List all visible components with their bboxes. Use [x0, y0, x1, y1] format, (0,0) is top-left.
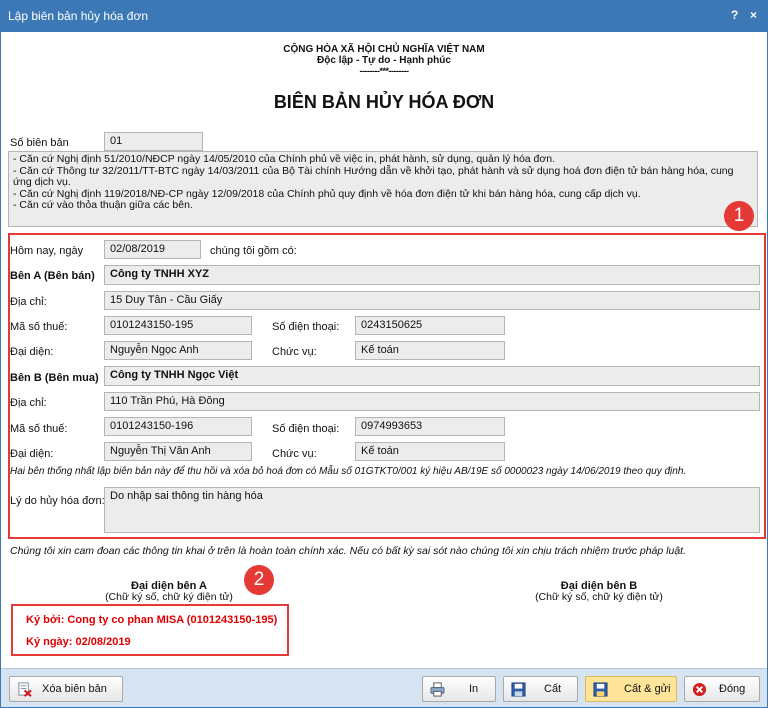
signed-date-text: Ký ngày: 02/08/2019	[26, 636, 131, 648]
party-a-tax-label: Mã số thuế:	[10, 321, 68, 333]
title-bar: Lập biên bản hủy hóa đơn ? ×	[0, 0, 768, 32]
print-label: In	[469, 683, 479, 695]
callout-badge-1: 1	[724, 201, 754, 231]
party-b-phone-label: Số điện thoại:	[272, 423, 340, 435]
party-a-tax-field[interactable]: 0101243150-195	[104, 316, 252, 335]
party-b-tax-label: Mã số thuế:	[10, 423, 68, 435]
party-b-rep-label: Đại diện:	[10, 448, 54, 460]
sign-b-subtitle: (Chữ ký số, chữ ký điện tử)	[535, 591, 663, 603]
party-a-label: Bên A (Bên bán)	[10, 270, 95, 282]
party-b-address-field[interactable]: 110 Trần Phú, Hà Đông	[104, 392, 760, 411]
party-b-label: Bên B (Bên mua)	[10, 372, 99, 384]
header-separator: --------***--------	[359, 66, 409, 76]
sign-a-subtitle: (Chữ ký số, chữ ký điện tử)	[105, 591, 233, 603]
party-b-rep-field[interactable]: Nguyễn Thị Vân Anh	[104, 442, 252, 461]
party-a-rep-field[interactable]: Nguyễn Ngọc Anh	[104, 341, 252, 360]
agreement-text: Hai bên thống nhất lập biên bản này để t…	[10, 466, 687, 477]
party-a-address-field[interactable]: 15 Duy Tân - Cầu Giấy	[104, 291, 760, 310]
signed-by-text: Ký bởi: Cong ty co phan MISA (0101243150…	[26, 614, 278, 626]
printer-icon	[430, 682, 445, 697]
close-label: Đóng	[719, 683, 746, 695]
save-send-label: Cất & gửi	[624, 683, 671, 695]
legal-basis-line: - Căn cứ vào thỏa thuận giữa các bên.	[13, 199, 193, 211]
close-icon[interactable]: ×	[750, 8, 757, 22]
party-a-position-label: Chức vụ:	[272, 346, 317, 358]
close-button[interactable]: Đóng	[684, 676, 760, 702]
window-title: Lập biên bản hủy hóa đơn	[8, 9, 148, 23]
reason-label: Lý do hủy hóa đơn:	[10, 495, 105, 507]
party-a-position-field[interactable]: Kế toán	[355, 341, 505, 360]
legal-basis-textarea[interactable]: - Căn cứ Nghị định 51/2010/NĐCP ngày 14/…	[8, 151, 758, 227]
footer-toolbar: Xóa biên bản In Cất Cất & gửi Đóng	[1, 668, 767, 707]
party-b-name-field[interactable]: Công ty TNHH Ngọc Việt	[104, 366, 760, 386]
commitment-text: Chúng tôi xin cam đoan các thông tin kha…	[10, 545, 686, 557]
legal-basis-line: - Căn cứ Nghị định 51/2010/NĐCP ngày 14/…	[13, 153, 556, 165]
print-button[interactable]: In	[422, 676, 496, 702]
party-a-phone-label: Số điện thoại:	[272, 321, 340, 333]
party-b-tax-field[interactable]: 0101243150-196	[104, 417, 252, 436]
date-label: Hôm nay, ngày	[10, 245, 84, 257]
party-a-name-field[interactable]: Công ty TNHH XYZ	[104, 265, 760, 285]
save-label: Cất	[544, 683, 562, 695]
close-circle-icon	[692, 682, 707, 697]
national-title: CỘNG HÒA XÃ HỘI CHỦ NGHĨA VIỆT NAM	[283, 44, 485, 55]
date-field[interactable]: 02/08/2019	[104, 240, 201, 259]
delete-record-label: Xóa biên bản	[42, 683, 107, 695]
record-number-field[interactable]: 01	[104, 132, 203, 151]
party-b-position-label: Chức vụ:	[272, 448, 317, 460]
party-a-phone-field[interactable]: 0243150625	[355, 316, 505, 335]
date-suffix: chúng tôi gồm có:	[210, 245, 297, 257]
party-a-address-label: Địa chỉ:	[10, 296, 47, 308]
party-a-rep-label: Đại diện:	[10, 346, 54, 358]
save-send-icon	[593, 682, 608, 697]
save-button[interactable]: Cất	[503, 676, 578, 702]
delete-document-icon	[18, 682, 32, 697]
save-disk-icon	[511, 682, 526, 697]
legal-basis-line: - Căn cứ Thông tư 32/2011/TT-BTC ngày 14…	[13, 164, 734, 188]
delete-record-button[interactable]: Xóa biên bản	[9, 676, 123, 702]
save-send-button[interactable]: Cất & gửi	[585, 676, 677, 702]
record-number-label: Số biên bản	[10, 137, 69, 149]
highlight-box-signature	[11, 604, 289, 656]
document-title: BIÊN BẢN HỦY HÓA ĐƠN	[273, 92, 495, 112]
party-b-position-field[interactable]: Kế toán	[355, 442, 505, 461]
party-b-phone-field[interactable]: 0974993653	[355, 417, 505, 436]
help-icon[interactable]: ?	[731, 8, 738, 22]
reason-textarea[interactable]: Do nhập sai thông tin hàng hóa	[104, 487, 760, 533]
national-motto: Độc lập - Tự do - Hạnh phúc	[317, 55, 451, 66]
party-b-address-label: Địa chỉ:	[10, 397, 47, 409]
